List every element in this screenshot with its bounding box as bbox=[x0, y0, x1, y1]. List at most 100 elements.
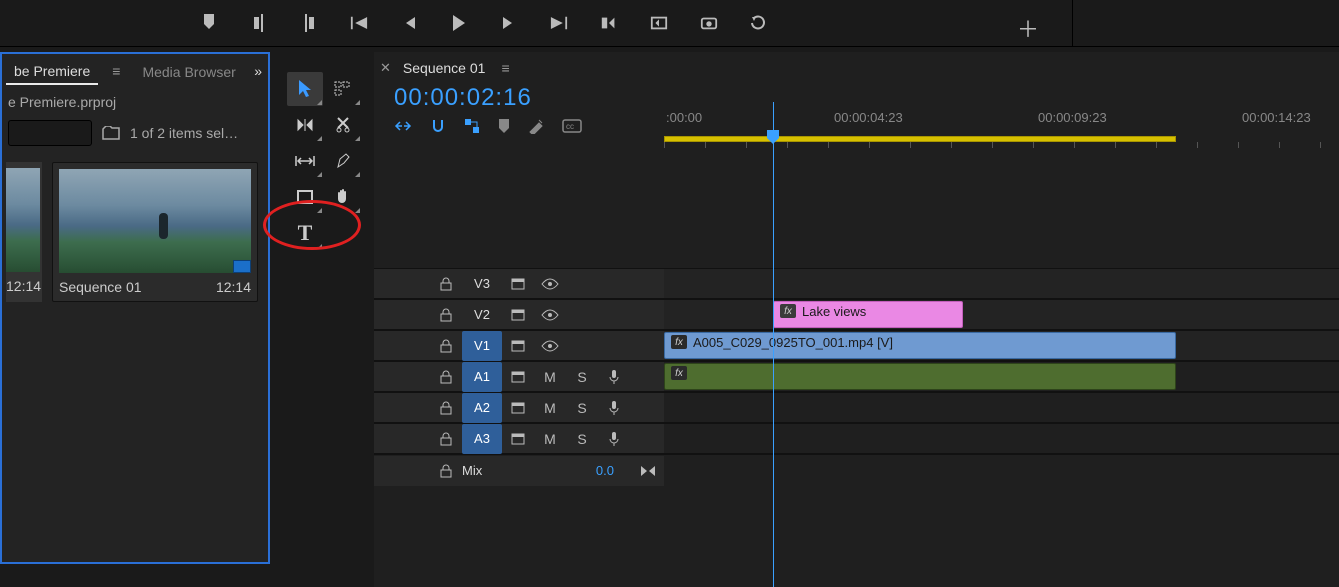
timeline-panel-menu-icon[interactable]: ≡ bbox=[497, 56, 513, 80]
project-thumbnails: 12:14 Sequence 01 12:14 bbox=[2, 150, 268, 314]
track-v1-label[interactable]: V1 bbox=[462, 331, 502, 361]
timeline-settings-icon[interactable] bbox=[528, 118, 544, 134]
mark-out-end-icon[interactable] bbox=[300, 14, 318, 32]
slip-tool[interactable] bbox=[287, 144, 323, 178]
track-body-v3[interactable] bbox=[664, 269, 1339, 298]
thumbnail-figure bbox=[159, 213, 168, 239]
ruler-label: 00:00:09:23 bbox=[1038, 110, 1107, 125]
mix-label[interactable]: Mix bbox=[462, 456, 510, 486]
track-v2-label[interactable]: V2 bbox=[462, 300, 502, 330]
type-tool[interactable]: T bbox=[287, 216, 323, 250]
close-sequence-icon[interactable]: ✕ bbox=[380, 60, 391, 76]
go-to-in-icon[interactable] bbox=[350, 14, 368, 32]
solo-button[interactable]: S bbox=[566, 393, 598, 423]
panel-menu-icon[interactable]: ≡ bbox=[108, 59, 124, 83]
track-body-a2[interactable] bbox=[664, 393, 1339, 422]
lock-icon[interactable] bbox=[430, 331, 462, 361]
mute-button[interactable]: M bbox=[534, 424, 566, 454]
solo-button[interactable]: S bbox=[566, 424, 598, 454]
go-to-out-icon[interactable] bbox=[550, 14, 568, 32]
toggle-output-icon[interactable] bbox=[534, 331, 566, 361]
track-body-a3[interactable] bbox=[664, 424, 1339, 453]
time-ruler[interactable]: :00:00 00:00:04:23 00:00:09:23 00:00:14:… bbox=[664, 102, 1339, 146]
lock-icon[interactable] bbox=[430, 300, 462, 330]
play-icon[interactable] bbox=[450, 14, 468, 32]
svg-text:cc: cc bbox=[566, 122, 574, 131]
fx-badge-icon: fx bbox=[780, 304, 796, 318]
sync-lock-icon[interactable] bbox=[502, 300, 534, 330]
track-body-v2[interactable]: fx Lake views bbox=[664, 300, 1339, 329]
selection-count: 1 of 2 items sel… bbox=[130, 125, 238, 141]
timeline-panel: ✕ Sequence 01 ≡ 00:00:02:16 bbox=[374, 52, 1339, 587]
overwrite-icon[interactable] bbox=[650, 14, 668, 32]
mark-in-icon[interactable] bbox=[200, 14, 218, 32]
track-body-a1[interactable]: fx bbox=[664, 362, 1339, 391]
lock-icon[interactable] bbox=[430, 362, 462, 392]
marker-icon[interactable] bbox=[498, 118, 510, 134]
new-bin-icon[interactable] bbox=[102, 126, 120, 140]
tab-project[interactable]: be Premiere bbox=[6, 57, 98, 85]
track-a3: A3 M S bbox=[374, 423, 1339, 454]
insert-mode-icon[interactable] bbox=[394, 118, 412, 134]
mute-button[interactable]: M bbox=[534, 393, 566, 423]
sequence-tab[interactable]: Sequence 01 bbox=[397, 56, 492, 80]
pen-tool[interactable] bbox=[325, 144, 361, 178]
project-toolbar: 1 of 2 items sel… bbox=[2, 116, 268, 150]
voice-over-icon[interactable] bbox=[598, 393, 630, 423]
playhead-timecode[interactable]: 00:00:02:16 bbox=[394, 84, 664, 112]
ruler-ticks bbox=[664, 142, 1339, 148]
cycle-icon[interactable] bbox=[750, 14, 768, 32]
razor-tool[interactable] bbox=[325, 108, 361, 142]
track-a3-label[interactable]: A3 bbox=[462, 424, 502, 454]
sync-lock-icon[interactable] bbox=[502, 331, 534, 361]
sync-lock-icon[interactable] bbox=[502, 362, 534, 392]
solo-button[interactable]: S bbox=[566, 362, 598, 392]
output-icon[interactable] bbox=[632, 456, 664, 486]
mix-value[interactable]: 0.0 bbox=[596, 463, 614, 478]
button-editor-icon[interactable]: ＋ bbox=[1017, 12, 1039, 44]
selection-tool[interactable] bbox=[287, 72, 323, 106]
voice-over-icon[interactable] bbox=[598, 424, 630, 454]
mute-button[interactable]: M bbox=[534, 362, 566, 392]
title-clip[interactable]: fx Lake views bbox=[773, 301, 963, 328]
track-a2-label[interactable]: A2 bbox=[462, 393, 502, 423]
step-back-icon[interactable] bbox=[400, 14, 418, 32]
tool-palette: T bbox=[287, 72, 363, 250]
project-tabs: be Premiere ≡ Media Browser » bbox=[2, 54, 268, 88]
track-a1-label[interactable]: A1 bbox=[462, 362, 502, 392]
lock-icon[interactable] bbox=[430, 269, 462, 299]
export-frame-icon[interactable] bbox=[700, 14, 718, 32]
ripple-edit-tool[interactable] bbox=[287, 108, 323, 142]
sync-lock-icon[interactable] bbox=[502, 269, 534, 299]
sync-lock-icon[interactable] bbox=[502, 424, 534, 454]
audio-clip[interactable]: fx bbox=[664, 363, 1176, 390]
track-select-tool[interactable] bbox=[325, 72, 361, 106]
track-body-v1[interactable]: fx A005_C029_0925TO_001.mp4 [V] bbox=[664, 331, 1339, 360]
project-item-sequence[interactable]: Sequence 01 12:14 bbox=[52, 162, 258, 302]
captions-icon[interactable]: cc bbox=[562, 119, 582, 133]
ruler-label: :00:00 bbox=[666, 110, 702, 125]
overflow-tabs-icon[interactable]: » bbox=[254, 63, 262, 79]
project-item-clip[interactable]: 12:14 bbox=[6, 162, 42, 302]
lock-icon[interactable] bbox=[430, 456, 462, 486]
snap-icon[interactable] bbox=[430, 118, 446, 134]
insert-icon[interactable] bbox=[600, 14, 618, 32]
video-clip[interactable]: fx A005_C029_0925TO_001.mp4 [V] bbox=[664, 332, 1176, 359]
track-v3-label[interactable]: V3 bbox=[462, 269, 502, 299]
sequence-name: Sequence 01 bbox=[59, 279, 142, 295]
timeline-tabs: ✕ Sequence 01 ≡ bbox=[374, 52, 1339, 84]
toggle-output-icon[interactable] bbox=[534, 300, 566, 330]
voice-over-icon[interactable] bbox=[598, 362, 630, 392]
lock-icon[interactable] bbox=[430, 424, 462, 454]
sync-lock-icon[interactable] bbox=[502, 393, 534, 423]
linked-selection-icon[interactable] bbox=[464, 118, 480, 134]
playhead[interactable] bbox=[773, 102, 774, 587]
step-forward-icon[interactable] bbox=[500, 14, 518, 32]
rectangle-tool[interactable] bbox=[287, 180, 323, 214]
lock-icon[interactable] bbox=[430, 393, 462, 423]
mark-out-start-icon[interactable] bbox=[250, 14, 268, 32]
search-input[interactable] bbox=[8, 120, 92, 146]
toggle-output-icon[interactable] bbox=[534, 269, 566, 299]
hand-tool[interactable] bbox=[325, 180, 361, 214]
tab-media-browser[interactable]: Media Browser bbox=[134, 58, 243, 84]
